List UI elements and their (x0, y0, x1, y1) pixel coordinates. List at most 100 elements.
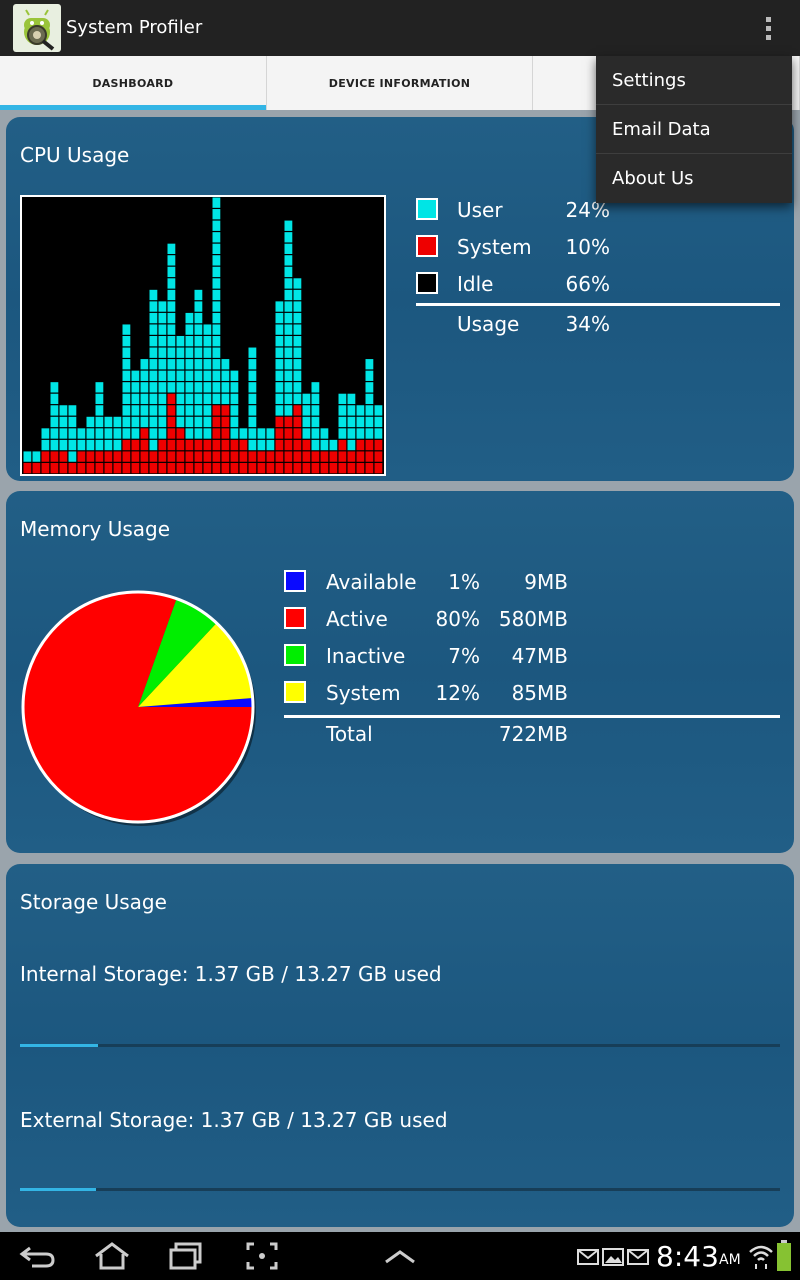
back-icon[interactable] (18, 1238, 58, 1274)
menu-item-about-us[interactable]: About Us (596, 154, 792, 203)
storage-panel: Storage Usage Internal Storage: 1.37 GB … (6, 864, 794, 1227)
cpu-user-cell (149, 428, 158, 439)
cpu-user-cell (122, 359, 131, 370)
cpu-user-cell (365, 393, 374, 405)
cpu-system-cell (167, 428, 176, 439)
cpu-user-cell (284, 324, 293, 335)
cpu-system-cell (356, 462, 365, 474)
cpu-user-cell (194, 301, 203, 312)
cpu-system-cell (239, 451, 248, 462)
cpu-user-cell (149, 405, 158, 416)
cpu-bar (248, 347, 257, 474)
cpu-system-cell (122, 439, 131, 451)
cpu-bar (203, 324, 212, 474)
cpu-user-cell (284, 405, 293, 416)
mem-active-label: Active (326, 607, 388, 631)
cpu-user-cell (194, 382, 203, 393)
cpu-user-cell (149, 289, 158, 301)
cpu-user-cell (167, 243, 176, 255)
cpu-user-cell (50, 393, 59, 405)
cpu-user-cell (68, 416, 77, 428)
cpu-system-cell (347, 451, 356, 462)
cpu-user-cell (284, 336, 293, 347)
cpu-bar (311, 382, 320, 474)
overflow-menu-icon[interactable] (752, 12, 784, 44)
mem-active-pct: 80% (435, 607, 480, 631)
cpu-user-cell (194, 359, 203, 370)
cpu-user-cell (284, 370, 293, 381)
menu-item-email-data[interactable]: Email Data (596, 105, 792, 154)
cpu-system-cell (356, 439, 365, 451)
cpu-user-cell (158, 301, 167, 312)
cpu-user-cell (302, 405, 311, 416)
cpu-bar (149, 289, 158, 474)
screenshot-icon[interactable] (242, 1238, 282, 1274)
android-app-icon[interactable] (13, 4, 61, 52)
cpu-user-cell (158, 393, 167, 405)
cpu-user-cell (311, 405, 320, 416)
mem-legend-divider (284, 715, 780, 718)
cpu-user-cell (320, 439, 329, 451)
cpu-system-cell (203, 462, 212, 474)
cpu-user-cell (275, 301, 284, 312)
cpu-bar (68, 405, 77, 474)
cpu-system-cell (212, 416, 221, 428)
cpu-user-cell (212, 312, 221, 324)
cpu-bar (374, 405, 383, 474)
mem-legend-total: Total 722MB (284, 720, 584, 750)
cpu-user-cell (131, 416, 140, 428)
cpu-user-cell (194, 393, 203, 405)
cpu-user-cell (365, 382, 374, 393)
cpu-bar (32, 451, 41, 474)
cpu-system-cell (122, 451, 131, 462)
cpu-user-cell (311, 382, 320, 393)
cpu-user-cell (338, 393, 347, 405)
cpu-user-cell (212, 370, 221, 381)
mem-system-size: 85MB (511, 681, 568, 705)
cpu-system-cell (239, 439, 248, 451)
mem-inactive-label: Inactive (326, 644, 406, 668)
cpu-user-cell (374, 405, 383, 416)
cpu-user-cell (86, 428, 95, 439)
cpu-history-graph (20, 151, 386, 476)
cpu-system-cell (221, 405, 230, 416)
cpu-idle-label: Idle (457, 272, 494, 296)
status-ampm: AM (719, 1252, 741, 1268)
tab-dashboard[interactable]: DASHBOARD (0, 56, 267, 110)
cpu-bar (41, 428, 50, 474)
cpu-user-cell (95, 382, 104, 393)
cpu-user-cell (284, 220, 293, 231)
cpu-system-cell (338, 451, 347, 462)
cpu-system-cell (86, 462, 95, 474)
tab-device-information[interactable]: DEVICE INFORMATION (267, 56, 534, 110)
home-icon[interactable] (92, 1238, 132, 1274)
cpu-user-cell (293, 359, 302, 370)
cpu-user-cell (284, 301, 293, 312)
cpu-user-cell (293, 312, 302, 324)
cpu-system-cell (302, 451, 311, 462)
cpu-system-cell (365, 462, 374, 474)
cpu-user-cell (95, 393, 104, 405)
cpu-system-cell (266, 462, 275, 474)
cpu-bar (131, 370, 140, 474)
cpu-user-cell (248, 382, 257, 393)
cpu-system-cell (131, 439, 140, 451)
cpu-system-cell (59, 462, 68, 474)
menu-item-settings[interactable]: Settings (596, 56, 792, 105)
cpu-system-cell (176, 462, 185, 474)
cpu-user-cell (167, 382, 176, 393)
cpu-user-cell (239, 428, 248, 439)
cpu-user-cell (230, 382, 239, 393)
cpu-system-cell (167, 416, 176, 428)
cpu-bar (266, 428, 275, 474)
cpu-system-cell (275, 462, 284, 474)
recent-apps-icon[interactable] (166, 1238, 206, 1274)
cpu-user-cell (347, 428, 356, 439)
cpu-user-cell (338, 428, 347, 439)
cpu-user-cell (203, 359, 212, 370)
cpu-system-cell (257, 451, 266, 462)
cpu-user-cell (212, 359, 221, 370)
chevron-up-icon[interactable] (380, 1238, 420, 1274)
cpu-user-cell (185, 393, 194, 405)
mem-system-pct: 12% (435, 681, 480, 705)
